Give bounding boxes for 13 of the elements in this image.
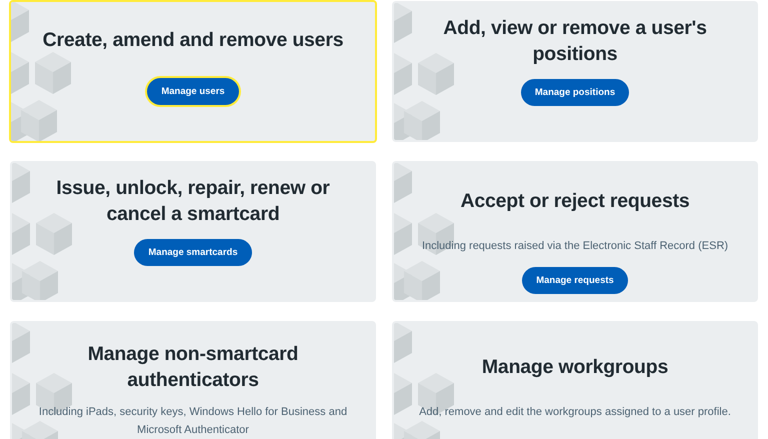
card-title: Manage workgroups: [482, 355, 668, 380]
manage-button[interactable]: Manage positions: [520, 79, 630, 106]
card-title: Accept or reject requests: [460, 189, 690, 214]
card-description: Including iPads, security keys, Windows Hello for Business and Microsoft Authenticator: [38, 405, 348, 438]
manage-button[interactable]: Manage requests: [522, 267, 628, 294]
card-title: Add, view or remove a user's positions: [442, 16, 708, 67]
manage-button[interactable]: Manage smartcards: [134, 239, 252, 266]
card-title: Issue, unlock, repair, renew or cancel a smartcard: [55, 176, 331, 227]
card-description: Including requests raised via the Electronic Staff Record (ESR): [422, 239, 728, 254]
card-title: Manage non-smartcard authenticators: [86, 342, 300, 393]
card-title: Create, amend and remove users: [42, 28, 344, 53]
card-description: Add, remove and edit the workgroups assigned to a user profile.: [419, 405, 731, 420]
manage-button[interactable]: Manage users: [147, 78, 239, 105]
